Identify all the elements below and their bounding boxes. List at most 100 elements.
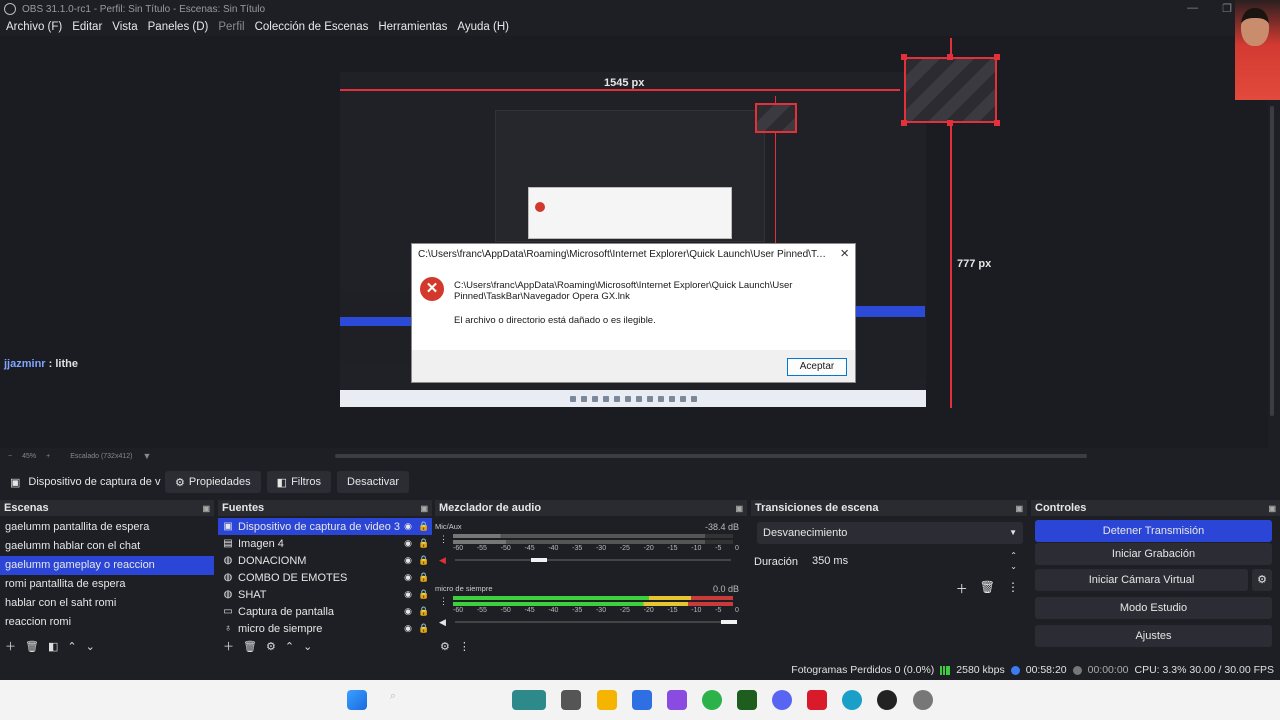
obs-icon[interactable] [877,690,897,710]
add-icon[interactable]: ＋ [956,580,968,597]
copilot-icon[interactable] [667,690,687,710]
zoom-in-icon[interactable]: + [46,453,50,460]
vivaldi-icon[interactable] [807,690,827,710]
selected-source-box[interactable] [904,57,997,123]
source-item[interactable]: ▤ Imagen 4 ◉ 🔒 [218,535,432,552]
dock-options-icon[interactable]: ▣ [1268,504,1276,513]
transition-select[interactable]: Desvanecimiento ▼ [757,522,1023,544]
source-item[interactable]: ▭ Captura de pantalla ◉ 🔒 [218,603,432,620]
filters-button[interactable]: ◧ Filtros [266,471,332,493]
trash-icon[interactable]: 🗑 [25,640,39,653]
trash-icon[interactable]: 🗑 [243,640,257,653]
spotify-icon[interactable] [702,690,722,710]
resize-handle[interactable] [901,120,907,126]
minecraft-icon[interactable] [737,690,757,710]
dock-options-icon[interactable]: ▣ [202,504,210,513]
scene-item[interactable]: romi pantallita de espera [0,575,214,594]
visibility-eye-icon[interactable]: ◉ [400,623,416,634]
muted-speaker-icon[interactable]: ◀ [439,555,446,566]
move-down-icon[interactable]: ⌄ [303,640,312,653]
start-recording-button[interactable]: Iniciar Grabación [1035,543,1272,565]
resize-handle[interactable] [901,54,907,60]
menu-dots-icon[interactable]: ⋮ [459,640,470,653]
fader-knob[interactable] [721,620,737,624]
menu-view[interactable]: Vista [112,21,137,33]
chevron-down-icon[interactable]: ▼ [142,451,151,461]
ok-button[interactable]: Aceptar [787,358,847,376]
close-icon[interactable]: × [840,245,849,262]
dock-options-icon[interactable]: ▣ [735,504,743,513]
visibility-eye-icon[interactable]: ◉ [400,538,416,549]
source-item[interactable]: ◍ SHAT ◉ 🔒 [218,586,432,603]
lock-icon[interactable]: 🔒 [416,572,432,583]
dock-options-icon[interactable]: ▣ [420,504,428,513]
deactivate-button[interactable]: Desactivar [337,471,409,493]
add-icon[interactable]: ＋ [5,638,16,654]
resize-handle[interactable] [994,54,1000,60]
start-icon[interactable] [347,690,367,710]
resize-handle[interactable] [947,54,953,60]
volume-fader[interactable] [455,621,731,623]
discord-icon[interactable] [772,690,792,710]
scene-item[interactable]: gaelumm pantallita de espera [0,518,214,537]
studio-mode-button[interactable]: Modo Estudio [1035,597,1272,619]
gear-icon[interactable] [913,690,933,710]
visibility-eye-icon[interactable]: ◉ [400,572,416,583]
file-explorer-icon[interactable] [597,690,617,710]
source-item[interactable]: ♁ micro de siempre ◉ 🔒 [218,620,432,637]
minimize-icon[interactable]: — [1187,2,1198,15]
source-item[interactable]: ▣ Dispositivo de captura de video 3 ◉ 🔒 [218,518,432,535]
preview-vertical-scrollbar[interactable] [1268,36,1276,448]
channel-menu-icon[interactable]: ⋮ [439,534,448,545]
scene-item[interactable]: reaccion romi [0,613,214,632]
visibility-eye-icon[interactable]: ◉ [400,589,416,600]
visibility-eye-icon[interactable]: ◉ [400,521,416,532]
lock-icon[interactable]: 🔒 [416,555,432,566]
resize-handle[interactable] [947,120,953,126]
scene-item[interactable]: hablar con el saht romi [0,594,214,613]
search-icon[interactable]: ⌕ [383,690,403,710]
gear-icon[interactable]: ⚙ [440,640,450,653]
scene-item[interactable]: gaelumm hablar con el chat [0,537,214,556]
scene-item[interactable]: gaelumm gameplay o reaccion [0,556,214,575]
menu-profile[interactable]: Perfil [218,21,244,33]
menu-help[interactable]: Ayuda (H) [457,21,509,33]
preview-horizontal-scrollbar[interactable] [335,454,1087,458]
settings-button[interactable]: Ajustes [1035,625,1272,647]
move-up-icon[interactable]: ⌃ [67,640,76,653]
source-item[interactable]: ◍ DONACIONM ◉ 🔒 [218,552,432,569]
dock-options-icon[interactable]: ▣ [1015,504,1023,513]
speaker-icon[interactable]: ◀ [439,617,446,628]
menu-scene-collection[interactable]: Colección de Escenas [255,21,369,33]
stop-streaming-button[interactable]: Detener Transmisión [1035,520,1272,542]
filter-icon[interactable]: ◧ [48,640,58,653]
source-item[interactable]: ◍ COMBO DE EMOTES ◉ 🔒 [218,569,432,586]
menu-edit[interactable]: Editar [72,21,102,33]
channel-menu-icon[interactable]: ⋮ [439,596,448,607]
lock-icon[interactable]: 🔒 [416,521,432,532]
app-icon[interactable] [561,690,581,710]
visibility-eye-icon[interactable]: ◉ [400,606,416,617]
menu-file[interactable]: Archivo (F) [6,21,62,33]
menu-tools[interactable]: Herramientas [378,21,447,33]
lock-icon[interactable]: 🔒 [416,606,432,617]
add-icon[interactable]: ＋ [223,638,234,654]
edge-icon[interactable] [842,690,862,710]
spin-down-icon[interactable]: ⌄ [1010,556,1017,578]
duration-spinbox[interactable]: 350 ms ⌃ ⌄ [807,550,1023,572]
fader-knob[interactable] [531,558,547,562]
app-icon[interactable] [632,690,652,710]
move-down-icon[interactable]: ⌄ [86,640,95,653]
move-up-icon[interactable]: ⌃ [285,640,294,653]
gear-icon[interactable]: ⚙ [266,640,276,653]
trash-icon[interactable]: 🗑 [980,580,995,597]
properties-button[interactable]: ⚙ Propiedades [165,471,261,493]
lock-icon[interactable]: 🔒 [416,623,432,634]
restore-icon[interactable]: ❐ [1222,2,1232,15]
visibility-eye-icon[interactable]: ◉ [400,555,416,566]
virtual-camera-settings-button[interactable]: ⚙ [1252,569,1272,591]
menu-dots-icon[interactable]: ⋮ [1007,580,1019,597]
lock-icon[interactable]: 🔒 [416,538,432,549]
volume-fader[interactable] [455,559,731,561]
lock-icon[interactable]: 🔒 [416,589,432,600]
